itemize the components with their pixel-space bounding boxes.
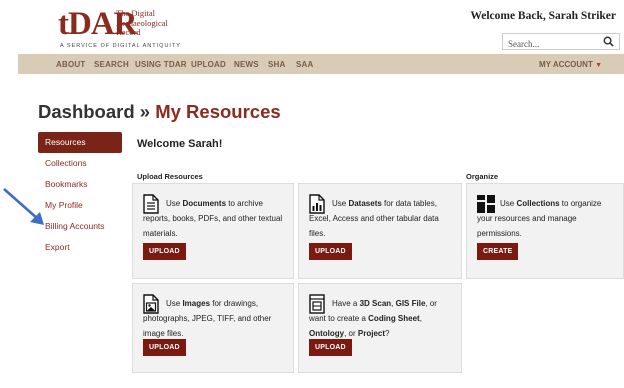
upload-resources-heading: Upload Resources: [137, 172, 203, 181]
collections-description: Use Collections to organize your resourc…: [477, 199, 602, 238]
documents-card: Use Documents to archive reports, books,…: [132, 183, 294, 279]
organize-heading: Organize: [466, 172, 499, 181]
upload-images-button[interactable]: UPLOAD: [143, 339, 186, 356]
other-resources-card: Have a 3D Scan, GIS File, or want to cre…: [298, 283, 462, 373]
annotation-arrow-icon: [3, 188, 44, 225]
nav-my-account-label: MY ACCOUNT: [539, 60, 593, 69]
sidebar-item-resources[interactable]: Resources: [38, 132, 122, 153]
upload-datasets-button[interactable]: UPLOAD: [309, 243, 352, 260]
datasets-description: Use Datasets for data tables, Excel, Acc…: [309, 199, 439, 238]
search-box[interactable]: [502, 33, 620, 52]
nav-search[interactable]: SEARCH: [94, 60, 129, 69]
sidebar: Resources Collections Bookmarks My Profi…: [38, 132, 122, 258]
logo-line-3: Record: [116, 27, 141, 37]
chevron-down-icon: ▼: [595, 62, 602, 69]
upload-other-button[interactable]: UPLOAD: [309, 339, 352, 356]
logo-text: The Digital Archaeological Record: [116, 8, 176, 38]
collections-card: Use Collections to organize your resourc…: [466, 183, 624, 279]
images-description: Use Images for drawings, photographs, JP…: [143, 299, 272, 338]
sidebar-item-collections[interactable]: Collections: [38, 153, 122, 174]
nav-my-account[interactable]: MY ACCOUNT ▼: [539, 60, 602, 69]
sidebar-item-export[interactable]: Export: [38, 237, 122, 258]
sidebar-item-my-profile[interactable]: My Profile: [38, 195, 122, 216]
documents-description: Use Documents to archive reports, books,…: [143, 199, 283, 238]
nav-news[interactable]: NEWS: [234, 60, 259, 69]
nav-saa[interactable]: SAA: [296, 60, 314, 69]
page-title: Dashboard » My Resources: [38, 101, 281, 123]
nav-about[interactable]: ABOUT: [56, 60, 85, 69]
main-nav: ABOUT SEARCH USING TDAR UPLOAD NEWS SHA …: [18, 54, 624, 74]
other-resources-description: Have a 3D Scan, GIS File, or want to cre…: [309, 299, 437, 338]
header: tDAR The Digital Archaeological Record A…: [0, 0, 624, 54]
images-card: Use Images for drawings, photographs, JP…: [132, 283, 294, 373]
sidebar-item-billing-accounts[interactable]: Billing Accounts: [38, 216, 122, 237]
sidebar-item-bookmarks[interactable]: Bookmarks: [38, 174, 122, 195]
page-title-prefix: Dashboard »: [38, 101, 156, 122]
search-icon[interactable]: [603, 36, 614, 47]
create-collection-button[interactable]: CREATE: [477, 243, 519, 260]
datasets-card: Use Datasets for data tables, Excel, Acc…: [298, 183, 462, 279]
logo-tagline: A SERVICE OF DIGITAL ANTIQUITY: [60, 43, 181, 49]
upload-documents-button[interactable]: UPLOAD: [143, 243, 186, 260]
welcome-back-text: Welcome Back, Sarah Striker: [470, 10, 616, 22]
search-input[interactable]: [503, 36, 593, 52]
nav-using-tdar[interactable]: USING TDAR: [135, 60, 187, 69]
page-title-accent: My Resources: [155, 101, 281, 122]
nav-sha[interactable]: SHA: [268, 60, 286, 69]
nav-upload[interactable]: UPLOAD: [191, 60, 226, 69]
welcome-user-heading: Welcome Sarah!: [137, 138, 223, 150]
